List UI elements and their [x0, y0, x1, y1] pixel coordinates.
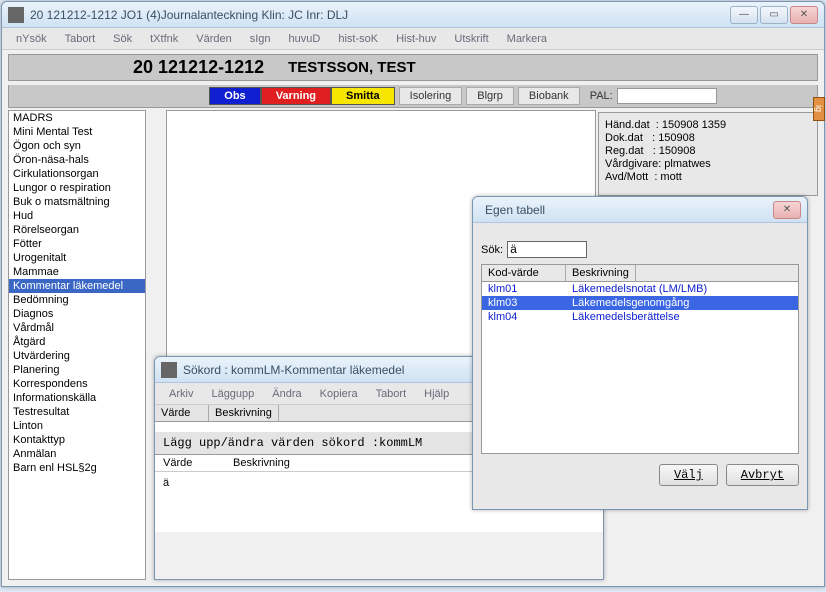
sidebar-item[interactable]: Rörelseorgan	[9, 223, 145, 237]
tag-obs[interactable]: Obs	[209, 87, 260, 105]
dlg1-menu-tabort[interactable]: Tabort	[368, 386, 415, 402]
menu-hist-sok[interactable]: hist-soK	[330, 31, 386, 47]
menu-sök[interactable]: Sök	[105, 31, 140, 47]
sidebar-item[interactable]: Utvärdering	[9, 349, 145, 363]
pal-box[interactable]	[617, 88, 717, 104]
titlebar-egen[interactable]: Egen tabell ✕	[473, 197, 807, 223]
sidebar-item[interactable]: Anmälan	[9, 447, 145, 461]
menu-utskrift[interactable]: Utskrift	[446, 31, 496, 47]
sidebar-item[interactable]: Buk o matsmältning	[9, 195, 145, 209]
sidebar-item[interactable]: Diagnos	[9, 307, 145, 321]
dlg1-menu-kopiera[interactable]: Kopiera	[312, 386, 366, 402]
menu-nysök[interactable]: nYsök	[8, 31, 55, 47]
sidebar-item[interactable]: Informationskälla	[9, 391, 145, 405]
sok-input[interactable]	[507, 241, 587, 258]
sidebar-item[interactable]: Cirkulationsorgan	[9, 167, 145, 181]
dlg1-menu-hjälp[interactable]: Hjälp	[416, 386, 457, 402]
sidebar-item[interactable]: Hud	[9, 209, 145, 223]
menu-hist-huv[interactable]: Hist-huv	[388, 31, 444, 47]
sidebar-item[interactable]: Öron-näsa-hals	[9, 153, 145, 167]
menubar-main: nYsökTabortSöktXtfnkVärdensIgnhuvuDhist-…	[2, 28, 824, 50]
tag-biobank[interactable]: Biobank	[518, 87, 580, 105]
sidebar-item[interactable]: Bedömning	[9, 293, 145, 307]
avbryt-button[interactable]: Avbryt	[726, 464, 799, 486]
sidebar-item[interactable]: Mammae	[9, 265, 145, 279]
sidebar-item[interactable]: Kontakttyp	[9, 433, 145, 447]
col-beskrivning: Beskrivning	[209, 405, 279, 421]
titlebar-main[interactable]: 20 121212-1212 JO1 (4)Journalanteckning …	[2, 2, 824, 28]
dlg1-menu-arkiv[interactable]: Arkiv	[161, 386, 201, 402]
maximize-button[interactable]: ▭	[760, 6, 788, 24]
result-table[interactable]: Kod-värde Beskrivning klm01Läkemedelsnot…	[481, 264, 799, 454]
sidebar-item[interactable]: Kommentar läkemedel	[9, 279, 145, 293]
th-beskrivning: Beskrivning	[566, 265, 636, 281]
pal-row: PAL:	[590, 88, 717, 104]
sidebar-item[interactable]: Urogenitalt	[9, 251, 145, 265]
sidebar-item[interactable]: Mini Mental Test	[9, 125, 145, 139]
sok-label: Sök:	[481, 244, 503, 256]
minimize-button[interactable]: —	[730, 6, 758, 24]
search-row: Sök:	[481, 241, 799, 258]
tag-varning[interactable]: Varning	[261, 87, 331, 105]
sidebar-item[interactable]: Fötter	[9, 237, 145, 251]
patient-name: TESTSSON, TEST	[276, 59, 428, 76]
close-button[interactable]: ✕	[790, 6, 818, 24]
close-egen-button[interactable]: ✕	[773, 201, 801, 219]
window-title: 20 121212-1212 JO1 (4)Journalanteckning …	[30, 8, 730, 22]
table-header: Kod-värde Beskrivning	[482, 265, 798, 282]
egen-title: Egen tabell	[479, 203, 773, 217]
app-icon	[8, 7, 24, 23]
val-col-varde: Värde	[163, 457, 233, 469]
col-varde: Värde	[155, 405, 209, 421]
sidebar-item[interactable]: Korrespondens	[9, 377, 145, 391]
table-row[interactable]: klm04Läkemedelsberättelse	[482, 310, 798, 324]
sidebar-item[interactable]: Ögon och syn	[9, 139, 145, 153]
valj-button[interactable]: Välj	[659, 464, 718, 486]
table-row[interactable]: klm03Läkemedelsgenomgång	[482, 296, 798, 310]
sidebar-item[interactable]: Testresultat	[9, 405, 145, 419]
th-kod: Kod-värde	[482, 265, 566, 281]
side-tab[interactable]: ig	[813, 97, 825, 121]
menu-tabort[interactable]: Tabort	[57, 31, 104, 47]
patient-id-bar: 20 121212-1212 TESTSSON, TEST	[8, 54, 818, 81]
tag-blgrp[interactable]: Blgrp	[466, 87, 514, 105]
sidebar-item[interactable]: Vårdmål	[9, 321, 145, 335]
menu-värden[interactable]: Värden	[188, 31, 239, 47]
val-col-beskrivning: Beskrivning	[233, 457, 290, 469]
patient-id: 20 121212-1212	[121, 57, 276, 78]
sidebar-item[interactable]: Åtgärd	[9, 335, 145, 349]
button-row: Välj Avbryt	[481, 464, 799, 486]
current-value: ä	[163, 477, 169, 489]
menu-markera[interactable]: Markera	[499, 31, 555, 47]
menu-sign[interactable]: sIgn	[242, 31, 279, 47]
dialog-icon	[161, 362, 177, 378]
sidebar[interactable]: MADRSMini Mental TestÖgon och synÖron-nä…	[8, 110, 146, 580]
sidebar-item[interactable]: MADRS	[9, 111, 145, 125]
info-panel: Händ.dat : 150908 1359 Dok.dat : 150908 …	[598, 112, 818, 196]
sidebar-item[interactable]: Planering	[9, 363, 145, 377]
tag-isolering[interactable]: Isolering	[399, 87, 463, 105]
menu-huvud[interactable]: huvuD	[281, 31, 329, 47]
table-row[interactable]: klm01Läkemedelsnotat (LM/LMB)	[482, 282, 798, 296]
tag-row: ObsVarningSmittaIsoleringBlgrpBiobank PAL…	[8, 85, 818, 108]
egen-tabell-dialog: Egen tabell ✕ Sök: Kod-värde Beskrivning…	[472, 196, 808, 510]
menu-txtfnk[interactable]: tXtfnk	[142, 31, 186, 47]
tag-smitta[interactable]: Smitta	[331, 87, 395, 105]
dlg1-menu-läggupp[interactable]: Läggupp	[203, 386, 262, 402]
sidebar-item[interactable]: Barn enl HSL§2g	[9, 461, 145, 475]
sidebar-item[interactable]: Lungor o respiration	[9, 181, 145, 195]
sidebar-item[interactable]: Linton	[9, 419, 145, 433]
dlg1-menu-ändra[interactable]: Ändra	[264, 386, 309, 402]
